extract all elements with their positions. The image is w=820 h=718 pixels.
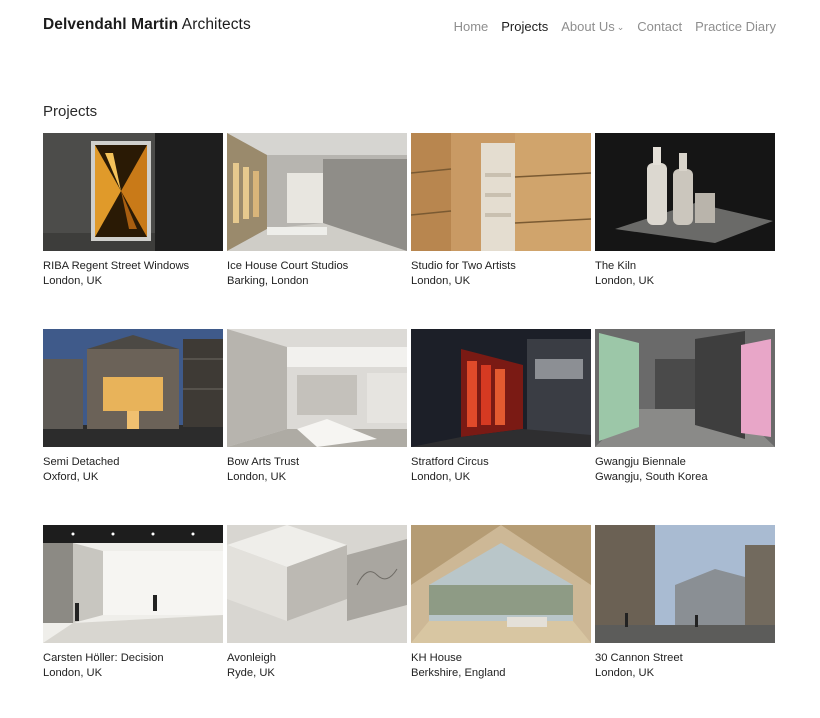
project-thumbnail[interactable] xyxy=(595,133,775,251)
project-location: London, UK xyxy=(411,275,471,287)
nav-contact[interactable]: Contact xyxy=(637,19,682,34)
project-thumbnail[interactable] xyxy=(411,133,591,251)
project-card[interactable]: Gwangju Biennale Gwangju, South Korea xyxy=(595,329,775,485)
project-card[interactable]: The Kiln London, UK xyxy=(595,133,775,289)
project-thumbnail[interactable] xyxy=(43,525,223,643)
project-location: London, UK xyxy=(43,275,103,287)
project-location: Gwangju, South Korea xyxy=(595,471,708,483)
project-location: London, UK xyxy=(411,471,471,483)
project-location: Barking, London xyxy=(227,275,309,287)
project-thumbnail[interactable] xyxy=(227,329,407,447)
project-thumbnail[interactable] xyxy=(227,133,407,251)
project-title[interactable]: The Kiln xyxy=(595,259,775,274)
main-nav: Home Projects About Us ⌄ Contact Practice… xyxy=(454,19,776,34)
nav-projects[interactable]: Projects xyxy=(501,19,548,34)
project-location: London, UK xyxy=(227,471,287,483)
chevron-down-icon: ⌄ xyxy=(616,22,625,32)
site-logo[interactable]: Delvendahl Martin Architects xyxy=(43,16,251,34)
project-location: Ryde, UK xyxy=(227,667,275,679)
project-card[interactable]: Stratford Circus London, UK xyxy=(411,329,591,485)
page-title: Projects xyxy=(43,103,98,120)
project-thumbnail[interactable] xyxy=(43,329,223,447)
project-location: Oxford, UK xyxy=(43,471,99,483)
project-thumbnail[interactable] xyxy=(227,525,407,643)
project-thumbnail[interactable] xyxy=(595,329,775,447)
project-thumbnail[interactable] xyxy=(595,525,775,643)
project-card[interactable]: KH House Berkshire, England xyxy=(411,525,591,681)
nav-practice-diary[interactable]: Practice Diary xyxy=(695,19,776,34)
project-card[interactable]: Avonleigh Ryde, UK xyxy=(227,525,407,681)
project-title[interactable]: Bow Arts Trust xyxy=(227,455,407,470)
project-thumbnail[interactable] xyxy=(43,133,223,251)
project-title[interactable]: Semi Detached xyxy=(43,455,223,470)
project-location: Berkshire, England xyxy=(411,667,506,679)
project-location: London, UK xyxy=(595,667,655,679)
nav-home[interactable]: Home xyxy=(454,19,489,34)
project-title[interactable]: Ice House Court Studios xyxy=(227,259,407,274)
project-title[interactable]: Studio for Two Artists xyxy=(411,259,591,274)
project-location: London, UK xyxy=(43,667,103,679)
project-card[interactable]: Bow Arts Trust London, UK xyxy=(227,329,407,485)
project-title[interactable]: RIBA Regent Street Windows xyxy=(43,259,223,274)
project-location: London, UK xyxy=(595,275,655,287)
project-thumbnail[interactable] xyxy=(411,329,591,447)
project-title[interactable]: Stratford Circus xyxy=(411,455,591,470)
project-card[interactable]: Semi Detached Oxford, UK xyxy=(43,329,223,485)
project-title[interactable]: KH House xyxy=(411,651,591,666)
project-card[interactable]: Carsten Höller: Decision London, UK xyxy=(43,525,223,681)
project-title[interactable]: Avonleigh xyxy=(227,651,407,666)
project-card[interactable]: RIBA Regent Street Windows London, UK xyxy=(43,133,223,289)
project-title[interactable]: 30 Cannon Street xyxy=(595,651,775,666)
project-card[interactable]: 30 Cannon Street London, UK xyxy=(595,525,775,681)
site-header: Delvendahl Martin Architects Home Projec… xyxy=(0,0,820,60)
nav-about-us[interactable]: About Us ⌄ xyxy=(561,19,624,34)
brand-name-light: Architects xyxy=(181,16,251,33)
project-card[interactable]: Ice House Court Studios Barking, London xyxy=(227,133,407,289)
project-title[interactable]: Gwangju Biennale xyxy=(595,455,775,470)
project-card[interactable]: Studio for Two Artists London, UK xyxy=(411,133,591,289)
brand-name-bold: Delvendahl Martin xyxy=(43,16,179,33)
nav-about-us-label: About Us xyxy=(561,19,615,34)
project-title[interactable]: Carsten Höller: Decision xyxy=(43,651,223,666)
project-thumbnail[interactable] xyxy=(411,525,591,643)
